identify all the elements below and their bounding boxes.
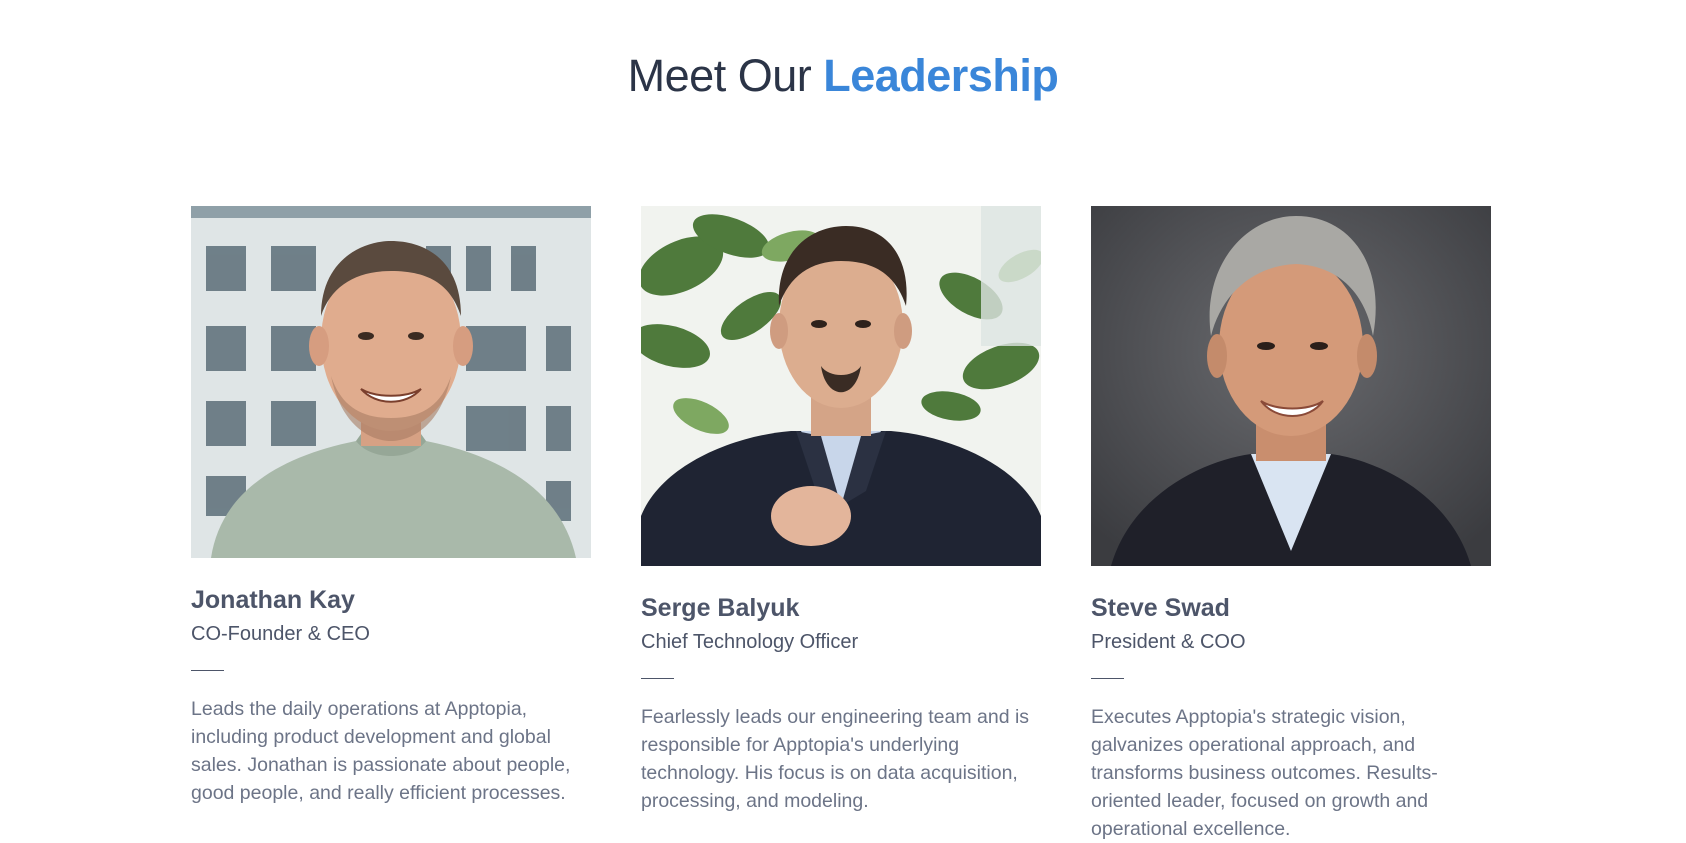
leader-photo bbox=[191, 206, 591, 558]
leader-card-steve-swad: Steve Swad President & COO Executes Appt… bbox=[1091, 206, 1491, 843]
leader-role: President & COO bbox=[1091, 631, 1246, 653]
leader-name: Steve Swad bbox=[1091, 594, 1230, 622]
section-title: Meet Our Leadership bbox=[0, 50, 1686, 102]
title-prefix: Meet Our bbox=[627, 50, 812, 101]
leader-role: Chief Technology Officer bbox=[641, 631, 859, 653]
divider bbox=[191, 670, 224, 671]
leader-name: Serge Balyuk bbox=[641, 594, 800, 622]
divider bbox=[1091, 678, 1124, 679]
leader-card-jonathan-kay: Jonathan Kay CO-Founder & CEO Leads the … bbox=[191, 206, 591, 807]
leader-role: CO-Founder & CEO bbox=[191, 623, 370, 645]
leader-photo bbox=[641, 206, 1041, 566]
leader-card-serge-balyuk: Serge Balyuk Chief Technology Officer Fe… bbox=[641, 206, 1041, 815]
leader-bio: Fearlessly leads our engineering team an… bbox=[641, 706, 1030, 812]
leader-photo bbox=[1091, 206, 1491, 566]
title-accent: Leadership bbox=[823, 50, 1059, 101]
leader-bio: Leads the daily operations at Apptopia, … bbox=[191, 698, 571, 804]
leader-name: Jonathan Kay bbox=[191, 586, 355, 614]
leader-bio: Executes Apptopia's strategic vision, ga… bbox=[1091, 706, 1438, 840]
divider bbox=[641, 678, 674, 679]
